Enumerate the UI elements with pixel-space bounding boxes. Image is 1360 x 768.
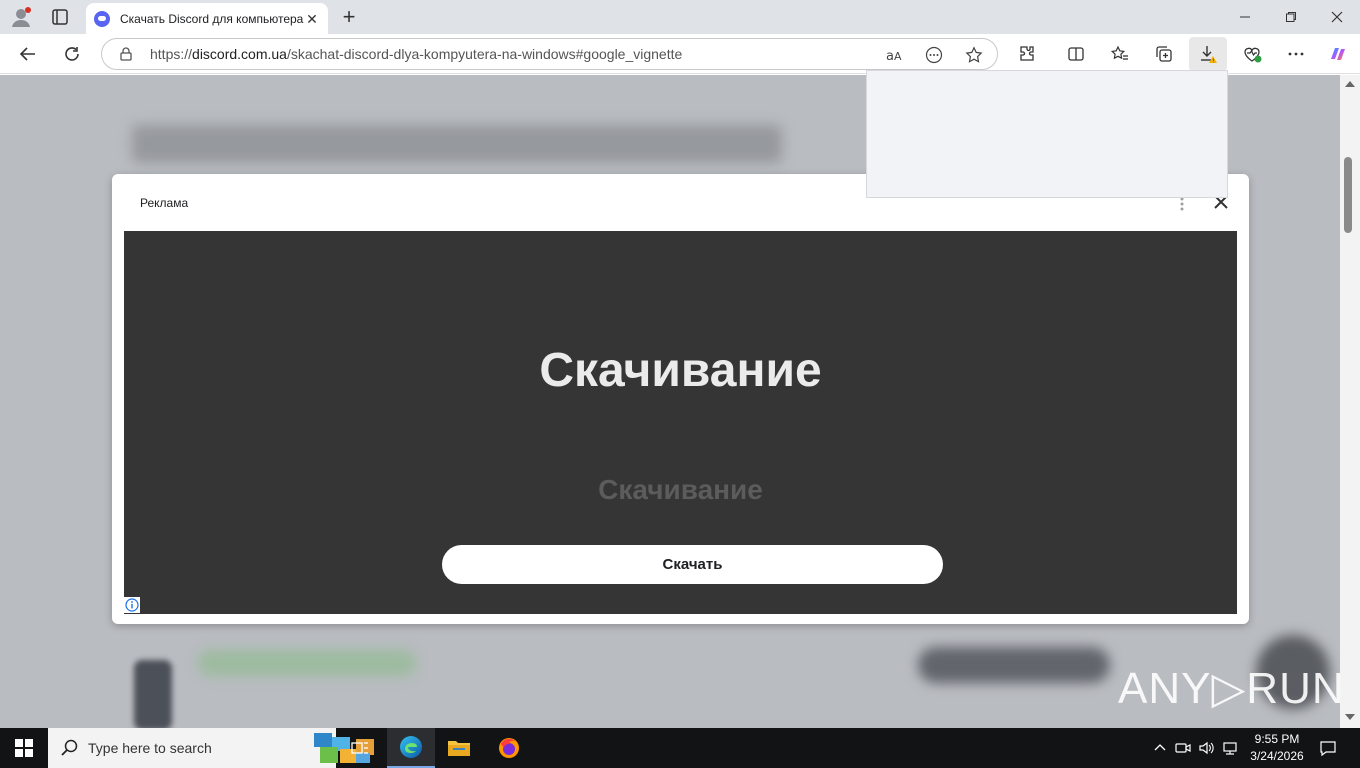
- ad-download-button[interactable]: Скачать: [442, 545, 943, 584]
- tab-strip: Скачать Discord для компьютера ✕ +: [0, 0, 1360, 34]
- volume-icon[interactable]: [1196, 738, 1216, 758]
- collections-icon[interactable]: [1152, 42, 1176, 66]
- blurred-green-text: [198, 650, 416, 676]
- blurred-image: [134, 660, 172, 728]
- copilot-icon[interactable]: [1326, 42, 1350, 66]
- svg-text:A: A: [894, 50, 902, 63]
- ad-creative[interactable]: Скачивание Скачивание Скачать: [124, 231, 1237, 614]
- svg-text:a: a: [886, 49, 894, 64]
- ad-info-icon[interactable]: [124, 597, 140, 613]
- url-path: /skachat-discord-dlya-kompyutera-na-wind…: [286, 46, 683, 62]
- scroll-down-icon[interactable]: [1345, 714, 1355, 720]
- svg-text:!: !: [1212, 58, 1214, 64]
- settings-more-icon[interactable]: [1284, 42, 1308, 66]
- back-button[interactable]: [14, 40, 42, 68]
- ad-headline: Скачивание: [539, 344, 822, 397]
- url-scheme: https://: [150, 46, 193, 62]
- network-icon[interactable]: [1220, 738, 1240, 758]
- minimize-button[interactable]: [1222, 0, 1268, 34]
- blurred-page-heading: [132, 125, 782, 163]
- close-window-button[interactable]: [1314, 0, 1360, 34]
- meet-now-icon[interactable]: [1173, 738, 1193, 758]
- taskbar: Type here to search 9:55 PM 3/24/2026: [0, 728, 1360, 768]
- profile-avatar-icon[interactable]: [10, 6, 32, 28]
- more-options-circle-icon[interactable]: [924, 45, 944, 65]
- notifications-icon[interactable]: [1318, 738, 1338, 758]
- start-button[interactable]: [0, 728, 48, 768]
- refresh-button[interactable]: [58, 40, 86, 68]
- restore-button[interactable]: [1268, 0, 1314, 34]
- lock-icon[interactable]: [118, 46, 134, 62]
- taskbar-clock[interactable]: 9:55 PM 3/24/2026: [1248, 731, 1306, 765]
- ad-label: Реклама: [140, 196, 189, 210]
- tab-title: Скачать Discord для компьютера: [120, 11, 304, 26]
- scroll-up-icon[interactable]: [1345, 81, 1355, 87]
- page-scrollbar[interactable]: [1340, 75, 1360, 728]
- downloads-flyout-panel: [866, 70, 1228, 198]
- tray-chevron-up-icon[interactable]: [1150, 738, 1170, 758]
- browser-toolbar: https://discord.com.ua/skachat-discord-d…: [0, 34, 1360, 74]
- tab-close-icon[interactable]: ✕: [304, 11, 320, 27]
- extensions-icon[interactable]: [1015, 42, 1039, 66]
- address-bar[interactable]: https://discord.com.ua/skachat-discord-d…: [101, 38, 998, 70]
- split-screen-icon[interactable]: [1064, 42, 1088, 66]
- search-placeholder: Type here to search: [88, 740, 212, 756]
- task-view-button[interactable]: [336, 728, 384, 768]
- ad-subheadline: Скачивание: [598, 474, 763, 505]
- anyrun-watermark: ANY▷RUN: [1118, 656, 1345, 720]
- new-tab-button[interactable]: +: [336, 4, 362, 30]
- blurred-download-button: [918, 647, 1110, 683]
- firefox-taskbar-icon[interactable]: [485, 728, 533, 768]
- favorite-star-icon[interactable]: [964, 45, 984, 65]
- file-explorer-taskbar-icon[interactable]: [435, 728, 483, 768]
- browser-essentials-icon[interactable]: [1240, 42, 1264, 66]
- edge-taskbar-icon[interactable]: [387, 728, 435, 768]
- read-aloud-icon[interactable]: aA: [884, 45, 904, 65]
- browser-tab-active[interactable]: Скачать Discord для компьютера ✕: [86, 3, 328, 34]
- url-host: discord.com.ua: [192, 46, 287, 62]
- favorites-icon[interactable]: [1108, 42, 1132, 66]
- download-warning-icon[interactable]: !: [1196, 42, 1220, 66]
- scroll-thumb[interactable]: [1344, 157, 1352, 233]
- taskbar-search-box[interactable]: Type here to search: [48, 728, 374, 768]
- discord-favicon-icon: [94, 10, 110, 27]
- url-text[interactable]: https://discord.com.ua/skachat-discord-d…: [150, 46, 682, 62]
- tab-actions-icon[interactable]: [50, 7, 70, 27]
- ad-vignette-modal: Реклама Скачивание Скачивание Скачать: [112, 174, 1249, 624]
- clock-time: 9:55 PM: [1254, 732, 1300, 746]
- clock-date: 3/24/2026: [1250, 749, 1304, 763]
- watermark-text: ANY▷RUN: [1118, 663, 1345, 713]
- search-icon: [60, 738, 80, 758]
